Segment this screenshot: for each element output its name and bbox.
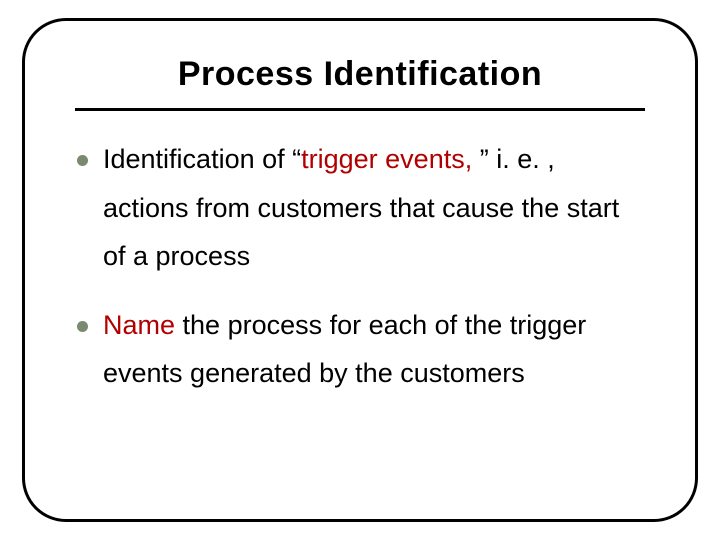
slide-title: Process Identification [75, 55, 645, 94]
bullet-item-1: Identification of “trigger events, ” i. … [75, 135, 645, 281]
bullet-2-name: Name [103, 310, 175, 340]
bullet-2-rest: the process for each of the trigger even… [103, 310, 586, 389]
slide-frame: Process Identification Identification of… [22, 18, 698, 522]
title-underline [75, 108, 645, 111]
bullet-item-2: Name the process for each of the trigger… [75, 301, 645, 398]
bullet-1-pre: Identification of “ [103, 144, 301, 174]
bullet-1-trigger: trigger events, [301, 144, 472, 174]
bullet-list: Identification of “trigger events, ” i. … [75, 135, 645, 398]
